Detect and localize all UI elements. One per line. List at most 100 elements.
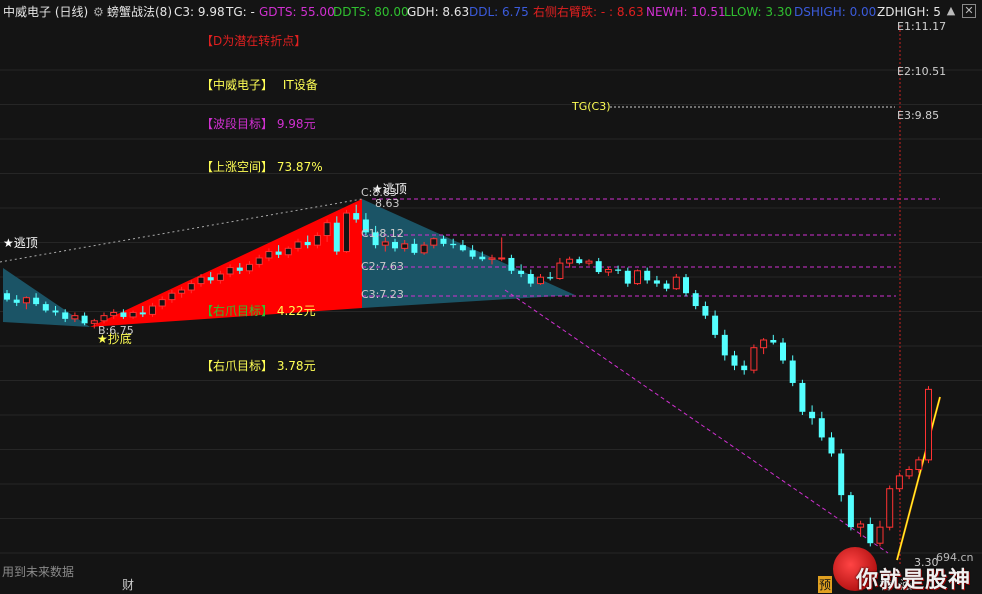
stock-tag-label: 【中威电子】: [201, 78, 274, 92]
candle-down: [780, 342, 786, 361]
header-value-dshigh: DSHIGH: 0.00: [794, 5, 877, 19]
candle-down: [692, 293, 699, 307]
c1-label: C1:8.12: [361, 227, 404, 240]
candle-down: [615, 269, 622, 271]
claw-target-2-value: 3.78元: [276, 359, 316, 373]
candle-down: [13, 299, 20, 303]
header-value-c3: C3: 9.98: [174, 5, 225, 19]
candle-down: [770, 340, 777, 343]
e2-label: E2:10.51: [897, 65, 947, 78]
candle-up: [187, 283, 195, 291]
candle-down: [712, 315, 719, 335]
stock-title[interactable]: 中威电子 (日线): [3, 5, 88, 19]
candle-down: [547, 277, 554, 279]
decline-dashed-line: [504, 289, 889, 554]
c2-label: C2:7.63: [361, 260, 404, 273]
candle-down: [4, 293, 10, 300]
forecast-mark[interactable]: 预: [818, 576, 833, 593]
candle-up: [420, 244, 428, 254]
rise-space-value: 73.87%: [276, 160, 323, 174]
candle-down: [42, 304, 49, 311]
candle-up: [381, 241, 389, 246]
candle-up: [129, 311, 137, 318]
candle-up: [284, 247, 292, 256]
candle-down: [81, 315, 88, 324]
candle-down: [479, 256, 486, 260]
candle-up: [905, 468, 913, 477]
finance-mark[interactable]: 财: [122, 576, 134, 593]
candle-up: [430, 238, 438, 246]
header-value-zdhigh: ZDHIGH: 5.7: [877, 5, 941, 19]
candle-down: [353, 213, 360, 220]
candle-down: [624, 270, 631, 284]
rise-space: 【上涨空间】 73.87%: [201, 158, 323, 175]
candle-up: [197, 276, 205, 285]
kline-chart[interactable]: [0, 0, 982, 593]
settings-icon[interactable]: ⚙: [93, 5, 104, 19]
candle-down: [333, 222, 340, 252]
candle-up: [71, 315, 79, 320]
wave-target-value: 9.98元: [276, 117, 316, 131]
claw-target-1: 【右爪目标】 4.22元: [201, 302, 316, 319]
candle-down: [828, 437, 835, 454]
candle-up: [100, 315, 108, 322]
candle-down: [304, 241, 311, 246]
candle-down: [731, 355, 738, 366]
future-data-note: 用到未来数据: [2, 565, 75, 579]
candle-down: [139, 312, 146, 315]
stock-tag: 【中威电子】 IT设备: [201, 76, 318, 93]
header-value-tg: TG: -: [226, 5, 255, 19]
candle-down: [518, 270, 525, 274]
candle-down: [702, 306, 709, 316]
watermark-text: 你就是股神: [856, 568, 972, 593]
candle-up: [556, 262, 564, 279]
candle-up: [226, 267, 234, 275]
industry-label: IT设备: [282, 78, 318, 92]
header-value-gdts: GDTS: 55.00: [259, 5, 335, 19]
escape-top-left-marker: ★逃顶: [3, 236, 38, 250]
candle-down: [576, 259, 583, 264]
candle-up: [265, 251, 273, 259]
header-value-right-arm: 右侧右臂跌: - : 8.63: [533, 5, 644, 19]
turning-point-note: 【D为潜在转折点】: [201, 34, 307, 48]
candle-down: [867, 523, 874, 544]
indicator-header: 中威电子 (日线) ⚙ 螃蟹战法(8) C3: 9.98 TG: - GDTS:…: [0, 0, 982, 24]
candle-up: [110, 311, 118, 317]
header-value-ddts: DDTS: 80.00: [333, 5, 409, 19]
candle-up: [323, 222, 331, 237]
candle-up: [149, 305, 156, 315]
candle-up: [294, 241, 302, 249]
candle-down: [450, 243, 457, 246]
candle-up: [672, 276, 680, 290]
candle-up: [895, 475, 903, 490]
claw-target-1-value: 4.22元: [276, 304, 316, 318]
candle-up: [537, 276, 544, 285]
candle-up: [343, 212, 350, 253]
candle-down: [469, 250, 476, 257]
indicator-name[interactable]: 螃蟹战法(8): [107, 5, 172, 19]
candle-up: [886, 488, 894, 528]
candle-down: [527, 273, 534, 284]
candle-up: [246, 263, 253, 272]
candle-up: [634, 270, 641, 285]
claw-target-1-label: 【右爪目标】: [201, 304, 274, 318]
candle-down: [392, 241, 398, 249]
header-value-ddl: DDL: 6.75: [469, 5, 529, 19]
candle-down: [789, 360, 796, 383]
candle-down: [275, 251, 282, 255]
candle-up: [90, 320, 98, 324]
close-icon[interactable]: ✕: [962, 4, 976, 18]
tg-label: TG(C3): [572, 100, 611, 113]
candle-down: [721, 334, 728, 356]
point-b-label: B:6.75: [98, 324, 134, 337]
candle-up: [857, 523, 865, 528]
candle-up: [760, 339, 768, 349]
arrow-up-icon[interactable]: ▲: [944, 4, 958, 18]
header-value-gdh: GDH: 8.63: [407, 5, 470, 19]
header-value-llow: LLOW: 3.30: [724, 5, 793, 19]
candle-down: [207, 277, 214, 281]
candle-down: [818, 418, 825, 438]
candle-down: [683, 277, 689, 294]
candle-up: [313, 235, 321, 246]
candle-up: [566, 258, 574, 264]
